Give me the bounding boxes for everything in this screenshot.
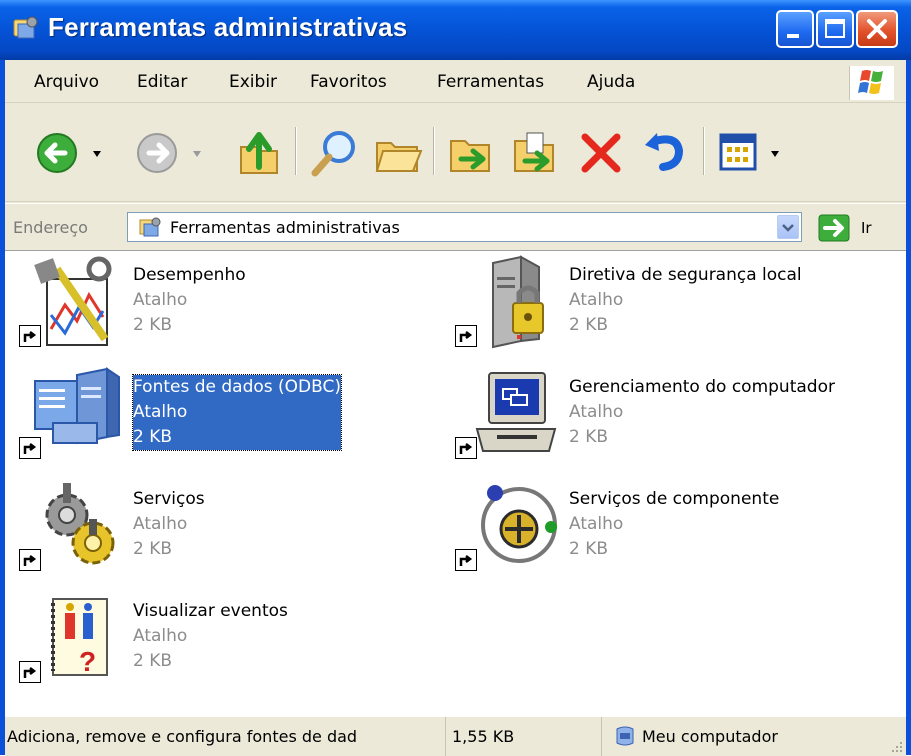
delete-icon[interactable] <box>575 125 627 181</box>
toolbar-separator <box>703 127 705 175</box>
svg-text:?: ? <box>79 646 96 677</box>
list-item[interactable]: Gerenciamento do computador Atalho 2 KB <box>441 367 841 467</box>
list-item[interactable]: Diretiva de segurança local Atalho 2 KB <box>441 255 841 355</box>
search-icon[interactable] <box>305 125 363 181</box>
maximize-icon <box>825 19 845 38</box>
status-bar: Adiciona, remove e configura fontes de d… <box>5 716 906 756</box>
window-frame-right <box>906 60 911 755</box>
forward-icon[interactable] <box>135 127 205 179</box>
item-type: Atalho <box>569 290 624 310</box>
item-name: Serviços <box>133 489 205 509</box>
item-type: Atalho <box>569 514 624 534</box>
shortcut-arrow-icon <box>455 325 477 347</box>
list-item[interactable]: Desempenho Atalho 2 KB <box>5 255 405 355</box>
address-value: Ferramentas administrativas <box>170 218 400 237</box>
shortcut-arrow-icon <box>19 325 41 347</box>
security-policy-icon <box>492 255 544 349</box>
item-type: Atalho <box>133 290 188 310</box>
menu-ajuda[interactable]: Ajuda <box>587 72 635 92</box>
minimize-icon <box>787 34 799 38</box>
list-item[interactable]: ? Visualizar eventos Atalho 2 KB <box>5 591 405 691</box>
menu-exibir[interactable]: Exibir <box>229 72 277 92</box>
menu-editar[interactable]: Editar <box>137 72 187 92</box>
back-icon[interactable] <box>35 127 105 179</box>
item-size: 2 KB <box>569 539 609 559</box>
item-name: Fontes de dados (ODBC) <box>133 377 342 397</box>
item-type: Atalho <box>133 626 188 646</box>
odbc-icon <box>34 367 120 445</box>
shortcut-arrow-icon <box>19 661 41 683</box>
toolbar-separator <box>295 127 297 175</box>
move-to-icon[interactable] <box>445 125 497 181</box>
folders-icon[interactable] <box>371 125 427 181</box>
address-label: Endereço <box>13 218 88 237</box>
item-size: 2 KB <box>133 427 173 447</box>
toolbar-separator <box>433 127 435 175</box>
services-icon <box>45 483 115 565</box>
windows-flag-icon <box>858 70 883 94</box>
up-folder-icon[interactable] <box>235 125 283 181</box>
my-computer-icon <box>616 726 634 746</box>
resize-grip-icon[interactable] <box>890 740 904 754</box>
menu-favoritos[interactable]: Favoritos <box>310 72 387 92</box>
copy-to-icon[interactable] <box>509 125 561 181</box>
item-size: 2 KB <box>569 427 609 447</box>
item-name: Gerenciamento do computador <box>569 377 835 397</box>
views-icon[interactable] <box>717 129 787 177</box>
list-item[interactable]: Serviços Atalho 2 KB <box>5 479 405 579</box>
close-button[interactable] <box>856 10 898 48</box>
item-size: 2 KB <box>133 315 173 335</box>
performance-icon <box>34 256 112 346</box>
item-name: Diretiva de segurança local <box>569 265 802 285</box>
standard-toolbar <box>5 105 906 202</box>
windows-logo <box>849 66 894 100</box>
menu-bar: Arquivo Editar Exibir Favoritos Ferramen… <box>5 60 906 103</box>
close-icon <box>867 19 887 39</box>
address-field[interactable]: Ferramentas administrativas <box>127 212 802 242</box>
item-size: 2 KB <box>569 315 609 335</box>
chevron-down-icon <box>782 224 794 232</box>
item-name: Desempenho <box>133 265 246 285</box>
maximize-button[interactable] <box>816 10 854 48</box>
item-size: 2 KB <box>133 539 173 559</box>
file-list: Desempenho Atalho 2 KB Diretiva de segur… <box>5 250 906 717</box>
minimize-button[interactable] <box>776 10 814 48</box>
computer-management-icon <box>475 372 557 452</box>
item-type: Atalho <box>133 514 188 534</box>
status-location: Meu computador <box>642 727 778 746</box>
window-body: Arquivo Editar Exibir Favoritos Ferramen… <box>5 60 906 756</box>
item-type: Atalho <box>569 402 624 422</box>
list-item[interactable]: Serviços de componente Atalho 2 KB <box>441 479 841 579</box>
admin-tools-icon <box>139 217 161 237</box>
item-name: Serviços de componente <box>569 489 780 509</box>
shortcut-arrow-icon <box>19 437 41 459</box>
go-button-label[interactable]: Ir <box>861 219 872 237</box>
item-size: 2 KB <box>133 651 173 671</box>
address-dropdown-button[interactable] <box>777 215 799 239</box>
admin-tools-icon <box>13 16 38 39</box>
event-viewer-icon: ? <box>51 598 108 677</box>
item-type: Atalho <box>133 402 188 422</box>
go-arrow-icon[interactable] <box>817 214 853 242</box>
shortcut-arrow-icon <box>455 437 477 459</box>
list-item-selected[interactable]: Fontes de dados (ODBC) Atalho 2 KB <box>5 367 405 467</box>
item-name: Visualizar eventos <box>133 601 288 621</box>
undo-icon[interactable] <box>637 125 693 181</box>
menu-arquivo[interactable]: Arquivo <box>34 72 99 92</box>
shortcut-arrow-icon <box>455 549 477 571</box>
status-description: Adiciona, remove e configura fontes de d… <box>7 727 358 746</box>
title-bar[interactable]: Ferramentas administrativas <box>0 0 911 60</box>
explorer-window: Ferramentas administrativas Arquivo Edit… <box>0 0 911 756</box>
status-size: 1,55 KB <box>452 727 515 746</box>
address-bar: Endereço Ferramentas administrativas Ir <box>5 203 906 250</box>
component-services-icon <box>481 485 557 563</box>
shortcut-arrow-icon <box>19 549 41 571</box>
menu-ferramentas[interactable]: Ferramentas <box>437 72 544 92</box>
window-title: Ferramentas administrativas <box>48 12 408 42</box>
